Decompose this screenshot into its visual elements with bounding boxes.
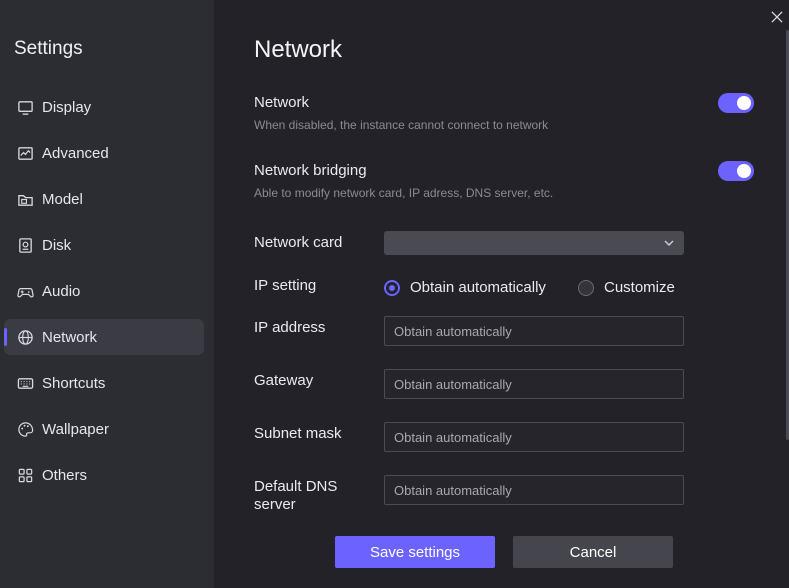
gateway-input[interactable]	[384, 369, 684, 399]
keyboard-icon	[16, 374, 34, 392]
palette-icon	[16, 420, 34, 438]
sidebar: Settings Display Advanced Model Disk Aud…	[0, 0, 214, 588]
chevron-down-icon	[664, 240, 674, 246]
sidebar-item-label: Network	[42, 328, 98, 346]
sidebar-item-label: Disk	[42, 236, 72, 254]
monitor-icon	[16, 98, 34, 116]
sidebar-item-audio[interactable]: Audio	[4, 273, 204, 309]
radio-customize[interactable]: Customize	[578, 279, 675, 296]
dns-label-line2: server	[254, 496, 296, 513]
sidebar-item-advanced[interactable]: Advanced	[4, 135, 204, 171]
dns-server-input[interactable]	[384, 475, 684, 505]
chart-icon	[16, 144, 34, 162]
subnet-mask-input[interactable]	[384, 422, 684, 452]
close-icon	[771, 11, 783, 23]
radio-label: Obtain automatically	[410, 279, 546, 296]
radio-label: Customize	[604, 279, 675, 296]
page-title: Network	[254, 36, 343, 63]
ip-setting-label: IP setting	[254, 277, 317, 294]
sidebar-item-label: Display	[42, 98, 92, 116]
dns-label-line1: Default DNS	[254, 478, 338, 495]
network-bridging-toggle[interactable]	[718, 161, 754, 181]
bridging-description: Able to modify network card, IP adress, …	[254, 186, 554, 200]
sidebar-item-label: Model	[42, 190, 83, 208]
sidebar-title: Settings	[14, 38, 83, 59]
sidebar-item-label: Advanced	[42, 144, 109, 162]
radio-selected-icon	[384, 279, 400, 296]
sidebar-item-model[interactable]: Model	[4, 181, 204, 217]
sidebar-item-label: Others	[42, 466, 88, 484]
close-button[interactable]	[768, 8, 786, 26]
globe-icon	[16, 328, 34, 346]
network-card-label: Network card	[254, 234, 343, 251]
sidebar-item-network[interactable]: Network	[4, 319, 204, 355]
radio-obtain-automatically[interactable]: Obtain automatically	[384, 279, 546, 296]
network-description: When disabled, the instance cannot conne…	[254, 118, 549, 132]
subnet-mask-label: Subnet mask	[254, 425, 342, 442]
toggle-knob	[737, 96, 751, 110]
gateway-label: Gateway	[254, 372, 314, 389]
ip-address-label: IP address	[254, 319, 326, 336]
toggle-knob	[737, 164, 751, 178]
network-toggle[interactable]	[718, 93, 754, 113]
save-settings-button[interactable]: Save settings	[335, 536, 495, 568]
bridging-title: Network bridging	[254, 162, 367, 179]
sidebar-item-display[interactable]: Display	[4, 89, 204, 125]
network-title: Network	[254, 94, 310, 111]
sidebar-item-label: Audio	[42, 282, 81, 300]
sidebar-item-others[interactable]: Others	[4, 457, 204, 493]
sidebar-item-label: Wallpaper	[42, 420, 109, 438]
sidebar-item-wallpaper[interactable]: Wallpaper	[4, 411, 204, 447]
sidebar-item-shortcuts[interactable]: Shortcuts	[4, 365, 204, 401]
radio-unselected-icon	[578, 279, 594, 296]
sidebar-item-disk[interactable]: Disk	[4, 227, 204, 263]
gamepad-icon	[16, 282, 34, 300]
folder-icon	[16, 190, 34, 208]
grid-icon	[16, 466, 34, 484]
cancel-button[interactable]: Cancel	[513, 536, 673, 568]
sidebar-item-label: Shortcuts	[42, 374, 106, 392]
disk-icon	[16, 236, 34, 254]
network-card-select[interactable]	[384, 231, 684, 255]
ip-address-input[interactable]	[384, 316, 684, 346]
